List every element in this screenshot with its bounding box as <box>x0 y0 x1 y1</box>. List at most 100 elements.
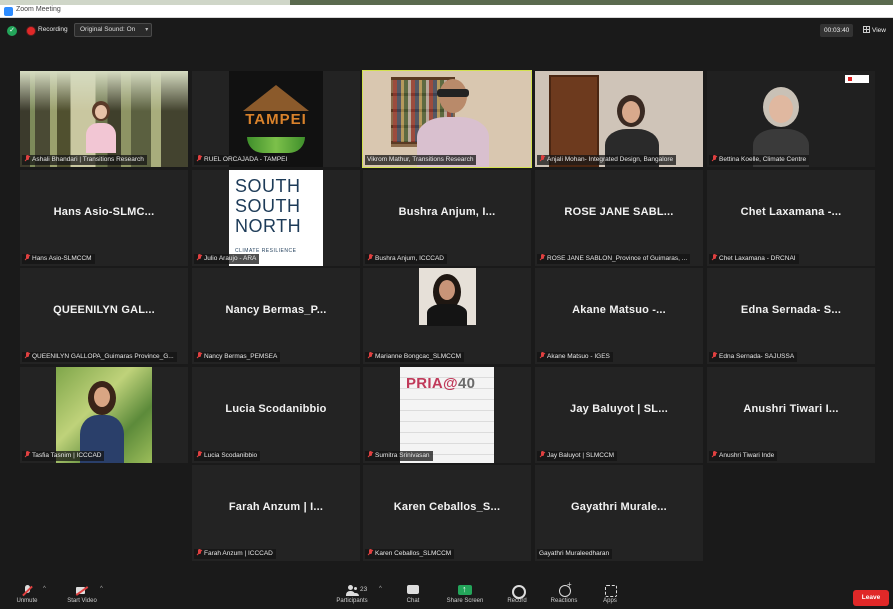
recording-icon <box>27 27 35 35</box>
participant-tile[interactable]: QUEENILYN GAL... QUEENILYN GALLOPA_Guimar… <box>20 268 188 364</box>
title-bar: Zoom Meeting <box>0 0 893 18</box>
ssn-logo-line: SOUTH <box>235 196 301 216</box>
participant-name: ROSE JANE SABLON_Province of Guimaras, .… <box>547 255 688 262</box>
participant-name: Gayathri Muraleedharan <box>539 550 610 557</box>
meeting-controls: Unmute ^ Start Video ^ Participants 23 ^… <box>0 580 893 609</box>
muted-microphone-icon <box>711 352 717 359</box>
recording-label: Recording <box>38 26 68 33</box>
window-title: Zoom Meeting <box>16 6 61 13</box>
participant-tile[interactable]: Bettina Koelle, Climate Centre <box>707 71 875 167</box>
participant-name: Julio Araujo - ARA <box>204 255 257 262</box>
participant-name: Anjali Mohan- Integrated Design, Bangalo… <box>547 156 674 163</box>
participant-tile[interactable]: Bushra Anjum, I... Bushra Anjum, ICCCAD <box>363 170 531 266</box>
video-off-icon <box>75 584 89 597</box>
share-screen-button[interactable]: Share Screen <box>442 580 488 609</box>
participant-display-name: QUEENILYN GAL... <box>53 304 155 316</box>
participant-tile[interactable]: Anushri Tiwari I... Anushri Tiwari Inde <box>707 367 875 463</box>
participant-name: QUEENILYN GALLOPA_Guimaras Province_G... <box>32 353 174 360</box>
participant-tile[interactable]: Karen Ceballos_S... Karen Ceballos_SLMCCM <box>363 465 531 561</box>
chat-button[interactable]: Chat <box>398 580 428 609</box>
title-decoration <box>0 0 290 5</box>
participant-tile[interactable]: Gayathri Murale... Gayathri Muraleedharan <box>535 465 703 561</box>
participants-button[interactable]: Participants <box>330 580 374 609</box>
start-video-button[interactable]: Start Video <box>60 580 104 609</box>
ssn-logo-line: NORTH <box>235 216 302 236</box>
participant-name-label: Lucia Scodanibbio <box>194 451 261 461</box>
tampei-logo-text: TAMPEI <box>245 111 307 128</box>
participant-tile[interactable]: Ashali Bhandari | Transitions Research <box>20 71 188 167</box>
video-options-chevron-icon[interactable]: ^ <box>100 586 103 592</box>
participant-display-name: ROSE JANE SABL... <box>564 206 674 218</box>
tampei-leaf-graphic <box>247 137 305 153</box>
leave-button[interactable]: Leave <box>853 590 889 606</box>
participant-display-name: Nancy Bermas_P... <box>225 304 327 316</box>
view-button[interactable]: View <box>860 24 889 37</box>
participant-name: Bushra Anjum, ICCCAD <box>375 255 444 262</box>
participant-display-name: Lucia Scodanibbio <box>225 403 327 415</box>
participant-tile[interactable]: Marianne Bongcac_SLMCCM <box>363 268 531 364</box>
unmute-button[interactable]: Unmute <box>8 580 46 609</box>
participant-tile[interactable]: Farah Anzum | I... Farah Anzum | ICCCAD <box>192 465 360 561</box>
participant-tile[interactable]: SOUTH SOUTH NORTH CLIMATE RESILIENCE Julio A… <box>192 170 360 266</box>
participant-name: Ashali Bhandari | Transitions Research <box>32 156 144 163</box>
participant-name-label: Hans Asio-SLMCCM <box>22 254 95 264</box>
participant-display-name: Gayathri Murale... <box>571 501 667 513</box>
participant-tile[interactable]: Nancy Bermas_P... Nancy Bermas_PEMSEA <box>192 268 360 364</box>
chat-label: Chat <box>406 598 420 604</box>
participant-tile[interactable]: Hans Asio-SLMC... Hans Asio-SLMCCM <box>20 170 188 266</box>
participant-name: Nancy Bermas_PEMSEA <box>204 353 278 360</box>
participant-display-name: Farah Anzum | I... <box>228 501 324 513</box>
share-screen-icon <box>458 584 472 597</box>
muted-microphone-icon <box>196 352 202 359</box>
participant-tile[interactable]: TAMPEI RUEL ORCAJADA - TAMPEI <box>192 71 360 167</box>
tampei-roof-graphic <box>243 85 309 111</box>
muted-microphone-icon <box>367 549 373 556</box>
participant-tile[interactable]: Lucia Scodanibbio Lucia Scodanibbio <box>192 367 360 463</box>
record-button[interactable]: Record <box>502 580 532 609</box>
participant-name: Vikrom Mathur, Transitions Research <box>367 156 474 163</box>
participant-name: Tasfia Tasnim | ICCCAD <box>32 452 102 459</box>
participant-display-name: Jay Baluyot | SL... <box>570 403 668 415</box>
security-shield-icon[interactable]: ✓ <box>7 26 17 36</box>
participant-name: RUEL ORCAJADA - TAMPEI <box>204 156 288 163</box>
original-sound-button[interactable]: Original Sound: On ▾ <box>74 23 153 37</box>
muted-microphone-icon <box>539 254 545 261</box>
participant-photo <box>56 367 152 463</box>
participant-tile[interactable]: PRIA@40 Sumitra Srinivasan <box>363 367 531 463</box>
participant-name: Bettina Koelle, Climate Centre <box>719 156 807 163</box>
participant-tile[interactable]: Edna Sernada- S... Edna Sernada- SAJUSSA <box>707 268 875 364</box>
pria-logo-text: PRIA@40 <box>406 375 476 392</box>
participants-chevron-icon[interactable]: ^ <box>379 586 382 592</box>
muted-microphone-icon <box>196 451 202 458</box>
zoom-logo-icon <box>4 7 13 16</box>
muted-microphone-icon <box>539 451 545 458</box>
participant-name-label: Akane Matsuo - IGES <box>537 352 613 362</box>
original-sound-label: Original Sound: On <box>80 26 136 33</box>
door <box>549 75 599 167</box>
participant-tile[interactable]: ROSE JANE SABL... ROSE JANE SABLON_Provin… <box>535 170 703 266</box>
reactions-button[interactable]: Reactions <box>546 580 582 609</box>
participant-display-name: Bushra Anjum, I... <box>398 206 496 218</box>
participant-tile[interactable]: Tasfia Tasnim | ICCCAD <box>20 367 188 463</box>
muted-microphone-icon <box>20 584 34 597</box>
audio-options-chevron-icon[interactable]: ^ <box>43 586 46 592</box>
participant-tile[interactable]: Jay Baluyot | SL... Jay Baluyot | SLMCCM <box>535 367 703 463</box>
participant-name-label: Bushra Anjum, ICCCAD <box>365 254 447 264</box>
participant-tile[interactable]: Akane Matsuo -... Akane Matsuo - IGES <box>535 268 703 364</box>
muted-microphone-icon <box>196 155 202 162</box>
participant-name-label: Anushri Tiwari Inde <box>709 451 778 461</box>
muted-microphone-icon <box>711 155 717 162</box>
participant-name-label: Edna Sernada- SAJUSSA <box>709 352 798 362</box>
participant-display-name: Anushri Tiwari I... <box>743 403 839 415</box>
participant-name-label: Tasfia Tasnim | ICCCAD <box>22 451 105 461</box>
participant-name-label: QUEENILYN GALLOPA_Guimaras Province_G... <box>22 352 177 362</box>
participant-tile[interactable]: Anjali Mohan- Integrated Design, Bangalo… <box>535 71 703 167</box>
apps-button[interactable]: Apps <box>598 580 622 609</box>
muted-microphone-icon <box>367 451 373 458</box>
participant-tile[interactable]: Vikrom Mathur, Transitions Research <box>362 70 532 168</box>
chevron-down-icon[interactable]: ▾ <box>145 24 148 36</box>
muted-microphone-icon <box>24 451 30 458</box>
record-icon <box>510 584 526 599</box>
participant-display-name: Hans Asio-SLMC... <box>53 206 155 218</box>
participant-tile[interactable]: Chet Laxamana -... Chet Laxamana - DRCNAI <box>707 170 875 266</box>
